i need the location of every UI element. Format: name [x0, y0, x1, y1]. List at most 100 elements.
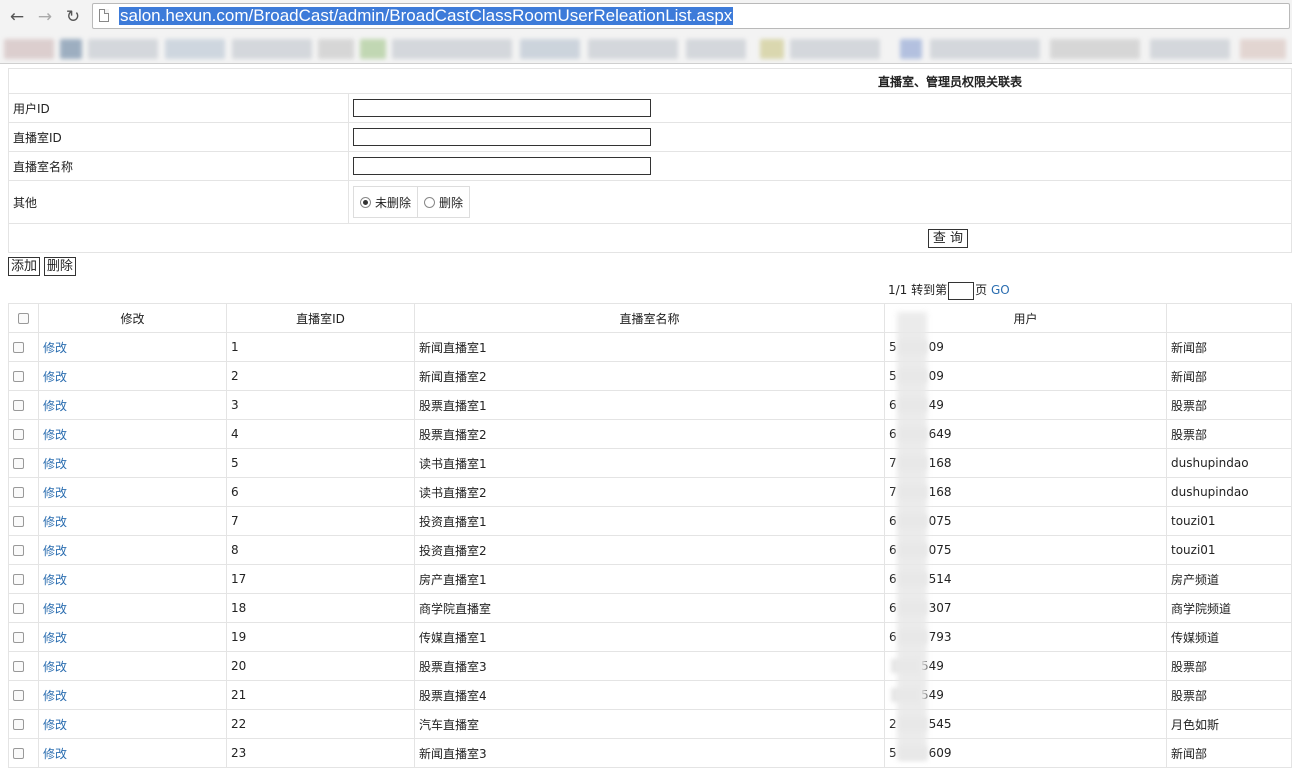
forward-arrow-icon[interactable]: →: [34, 6, 56, 28]
row-checkbox[interactable]: [13, 371, 24, 382]
row-user-id: 6 075: [884, 506, 1167, 536]
row-room-name: 读书直播室2: [414, 477, 885, 507]
row-checkbox[interactable]: [13, 690, 24, 701]
row-user-id-suffix: 545: [928, 716, 952, 731]
address-bar[interactable]: salon.hexun.com/BroadCast/admin/BroadCas…: [92, 3, 1290, 29]
radio-not-deleted-label: 未删除: [375, 195, 412, 210]
page-number-input[interactable]: [948, 281, 975, 300]
table-row: 修改 1 新闻直播室1 5 09 新闻部: [8, 332, 1292, 362]
row-checkbox[interactable]: [13, 516, 24, 527]
row-room-name: 汽车直播室: [414, 709, 885, 739]
table-row: 修改 6 读书直播室2 7 168 dushupindao: [8, 477, 1292, 507]
radio-deleted[interactable]: 删除: [417, 187, 469, 217]
row-department: 房产频道: [1166, 564, 1292, 594]
row-edit-link[interactable]: 修改: [43, 457, 67, 471]
row-room-id: 5: [226, 448, 415, 478]
row-user-id-prefix: 6: [889, 426, 897, 441]
table-row: 修改 2 新闻直播室2 5 09 新闻部: [8, 361, 1292, 391]
row-user-id: 6 793: [884, 622, 1167, 652]
row-edit-link[interactable]: 修改: [43, 747, 67, 761]
row-checkbox[interactable]: [13, 429, 24, 440]
row-room-id: 2: [226, 361, 415, 391]
row-edit-link[interactable]: 修改: [43, 515, 67, 529]
room-id-input[interactable]: [353, 128, 651, 146]
page-icon: [99, 9, 109, 22]
bookmarks-bar: [0, 31, 1292, 61]
row-edit-link[interactable]: 修改: [43, 573, 67, 587]
row-room-name: 商学院直播室: [414, 593, 885, 623]
row-department: touzi01: [1166, 535, 1292, 565]
row-room-name: 股票直播室2: [414, 419, 885, 449]
user-id-label: 用户ID: [8, 93, 349, 123]
row-room-name: 股票直播室3: [414, 651, 885, 681]
reload-icon[interactable]: ↻: [62, 6, 84, 28]
row-user-id-mask: [891, 688, 919, 703]
row-department: 商学院频道: [1166, 593, 1292, 623]
row-edit-link[interactable]: 修改: [43, 428, 67, 442]
row-room-id: 20: [226, 651, 415, 681]
user-id-input[interactable]: [353, 99, 651, 117]
row-department: dushupindao: [1166, 448, 1292, 478]
query-button[interactable]: 查 询: [927, 228, 969, 248]
row-user-id: 6 514: [884, 564, 1167, 594]
row-user-id-suffix: 549: [921, 687, 944, 702]
row-checkbox[interactable]: [13, 342, 24, 353]
row-user-id-suffix: 168: [928, 484, 952, 499]
row-user-id-suffix: 793: [928, 629, 952, 644]
row-edit-link[interactable]: 修改: [43, 631, 67, 645]
row-checkbox[interactable]: [13, 603, 24, 614]
row-user-id-suffix: 649: [928, 426, 952, 441]
room-name-label: 直播室名称: [8, 151, 349, 181]
row-checkbox[interactable]: [13, 574, 24, 585]
select-all-checkbox[interactable]: [18, 313, 29, 324]
header-edit: 修改: [38, 303, 227, 333]
go-link[interactable]: GO: [991, 283, 1010, 297]
row-user-id-mask: [891, 659, 919, 674]
row-room-id: 1: [226, 332, 415, 362]
row-user-id: 6 649: [884, 419, 1167, 449]
row-checkbox[interactable]: [13, 458, 24, 469]
row-edit-link[interactable]: 修改: [43, 602, 67, 616]
row-edit-link[interactable]: 修改: [43, 544, 67, 558]
row-department: 新闻部: [1166, 738, 1292, 768]
row-checkbox[interactable]: [13, 719, 24, 730]
row-edit-link[interactable]: 修改: [43, 689, 67, 703]
radio-unchecked-icon[interactable]: [424, 196, 436, 208]
relation-table: 修改 直播室ID 直播室名称 用户 修改 1 新闻直播室1 5 09 新闻部 修改 2 新闻直播…: [8, 303, 1292, 768]
row-department: 传媒频道: [1166, 622, 1292, 652]
table-header-row: 修改 直播室ID 直播室名称 用户: [8, 303, 1292, 333]
row-edit-link[interactable]: 修改: [43, 486, 67, 500]
row-edit-link[interactable]: 修改: [43, 399, 67, 413]
address-url[interactable]: salon.hexun.com/BroadCast/admin/BroadCas…: [119, 7, 734, 25]
row-user-id-prefix: 6: [889, 513, 897, 528]
row-room-name: 股票直播室1: [414, 390, 885, 420]
radio-checked-icon[interactable]: [360, 196, 371, 208]
row-user-id: 6 49: [884, 390, 1167, 420]
row-edit-link[interactable]: 修改: [43, 718, 67, 732]
row-room-id: 23: [226, 738, 415, 768]
room-name-input[interactable]: [353, 157, 651, 175]
row-checkbox[interactable]: [13, 748, 24, 759]
row-checkbox[interactable]: [13, 661, 24, 672]
row-edit-link[interactable]: 修改: [43, 660, 67, 674]
row-user-id-prefix: 6: [889, 397, 897, 412]
radio-not-deleted[interactable]: 未删除: [354, 187, 417, 217]
row-checkbox[interactable]: [13, 400, 24, 411]
back-arrow-icon[interactable]: ←: [6, 6, 28, 28]
row-user-id-mask: [898, 746, 927, 761]
row-user-id-suffix: 609: [928, 745, 952, 760]
row-checkbox[interactable]: [13, 545, 24, 556]
delete-button[interactable]: 删除: [43, 257, 76, 276]
row-room-name: 读书直播室1: [414, 448, 885, 478]
row-edit-link[interactable]: 修改: [43, 341, 67, 355]
row-edit-link[interactable]: 修改: [43, 370, 67, 384]
row-checkbox[interactable]: [13, 632, 24, 643]
row-user-id: 5 09: [884, 332, 1167, 362]
row-room-id: 4: [226, 419, 415, 449]
row-department: 股票部: [1166, 390, 1292, 420]
add-button[interactable]: 添加: [8, 257, 41, 276]
goto-suffix: 页: [975, 283, 988, 297]
row-user-id: 6 075: [884, 535, 1167, 565]
row-department: 新闻部: [1166, 361, 1292, 391]
row-checkbox[interactable]: [13, 487, 24, 498]
